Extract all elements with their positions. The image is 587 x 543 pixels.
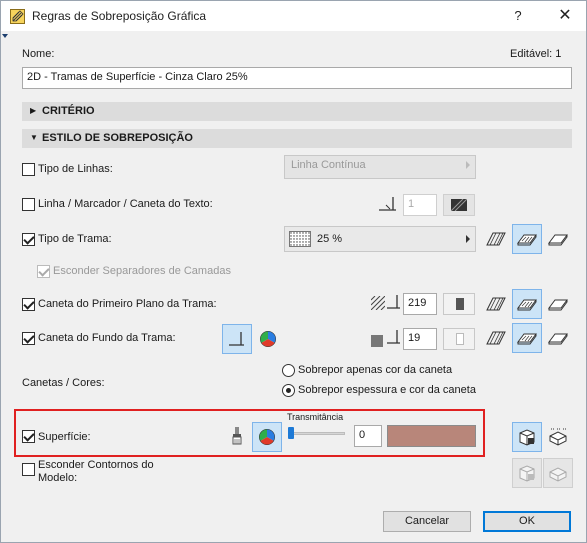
tipo-linhas-value: Linha Contínua <box>291 159 366 171</box>
hatch-cover-icon <box>548 299 568 311</box>
section-criterio-label: CRITÉRIO <box>42 105 95 117</box>
radio-weight-and-color[interactable] <box>282 384 295 397</box>
hatch-cut-icon <box>517 234 537 246</box>
help-button[interactable]: ? <box>506 6 530 26</box>
contour-cube-button[interactable] <box>512 458 542 488</box>
transmitancia-label: Transmitância <box>287 412 344 422</box>
bg-cover-button[interactable] <box>543 323 573 353</box>
superficie-label: Superfície: <box>38 431 91 443</box>
pen-icon <box>229 332 244 346</box>
contour-cut-button[interactable] <box>543 458 573 488</box>
caneta-primeiro-label: Caneta do Primeiro Plano da Trama: <box>38 298 217 310</box>
linha-marcador-checkbox[interactable] <box>22 198 35 211</box>
pattern-swatch-icon <box>451 199 467 211</box>
pen-icon <box>387 330 400 344</box>
hatch-draft-icon <box>486 232 506 246</box>
ok-button[interactable]: OK <box>483 511 571 532</box>
brush-icon <box>232 427 242 445</box>
fill-pattern-icon <box>289 231 311 247</box>
hatch-draft-icon <box>486 331 506 345</box>
canetas-cores-label: Canetas / Cores: <box>22 377 105 389</box>
transmitancia-slider-thumb[interactable] <box>288 427 294 439</box>
transmitancia-input[interactable]: 0 <box>354 425 382 447</box>
hatch-cut-button[interactable] <box>512 224 542 254</box>
section-estilo-label: ESTILO DE SOBREPOSIÇÃO <box>42 132 193 144</box>
tipo-linhas-checkbox[interactable] <box>22 163 35 176</box>
section-estilo[interactable]: ▼ ESTILO DE SOBREPOSIÇÃO <box>22 129 572 148</box>
radio-only-color-label: Sobrepor apenas cor da caneta <box>298 364 453 376</box>
close-button[interactable]: ✕ <box>553 6 577 26</box>
app-icon <box>10 9 25 24</box>
dialog-window: Regras de Sobreposição Gráfica ? ✕ Nome:… <box>0 0 587 543</box>
section-criterio[interactable]: ▶ CRITÉRIO <box>22 102 572 121</box>
tipo-trama-dropdown[interactable]: 25 % <box>284 226 476 252</box>
pen-color-swatch-icon <box>456 333 464 345</box>
caret-right-icon <box>466 161 470 169</box>
bg-draft-button[interactable] <box>481 323 511 353</box>
superficie-checkbox[interactable] <box>22 430 35 443</box>
fg-cover-button[interactable] <box>543 289 573 319</box>
tipo-trama-checkbox[interactable] <box>22 233 35 246</box>
pen-icon <box>387 295 400 309</box>
hatch-cut-icon <box>517 299 537 311</box>
linha-pen-input[interactable]: 1 <box>403 194 437 216</box>
surface-color-swatch[interactable] <box>387 425 476 447</box>
hatch-cover-icon <box>548 333 568 345</box>
window-title: Regras de Sobreposição Gráfica <box>32 9 207 23</box>
esconder-contornos-label-1: Esconder Contornos do <box>38 459 154 471</box>
cancel-button[interactable]: Cancelar <box>383 511 471 532</box>
surface-cut-icon <box>549 428 567 446</box>
esconder-contornos-checkbox[interactable] <box>22 463 35 476</box>
hatch-draft-button[interactable] <box>481 224 511 254</box>
surface-cut-button[interactable] <box>543 422 573 452</box>
tipo-linhas-label: Tipo de Linhas: <box>38 163 113 175</box>
pen-color-swatch-icon <box>456 298 464 310</box>
chevron-right-icon: ▶ <box>30 106 37 115</box>
caret-right-icon <box>466 235 470 243</box>
tipo-trama-value: 25 % <box>317 233 343 245</box>
title-bar: Regras de Sobreposição Gráfica ? ✕ <box>1 1 586 31</box>
caneta-fundo-label: Caneta do Fundo da Trama: <box>38 332 176 344</box>
tipo-linhas-dropdown[interactable]: Linha Contínua <box>284 155 476 179</box>
surface-override-button[interactable] <box>512 422 542 452</box>
esconder-separadores-label: Esconder Separadores de Camadas <box>53 265 231 277</box>
surface-cube-icon <box>519 429 535 446</box>
bg-cut-button[interactable] <box>512 323 542 353</box>
hatch-draft-icon <box>486 297 506 311</box>
linha-marcador-label: Linha / Marcador / Caneta do Texto: <box>38 198 213 210</box>
color-mode-button[interactable] <box>253 324 283 354</box>
pen-icon <box>379 197 396 211</box>
radio-weight-and-color-label: Sobrepor espessura e cor da caneta <box>298 384 476 396</box>
name-label: Nome: <box>22 48 55 60</box>
pen-mode-button[interactable] <box>222 324 252 354</box>
foreground-hatch-icon <box>371 296 385 310</box>
esconder-separadores-checkbox[interactable] <box>37 265 50 278</box>
hatch-cut-icon <box>517 333 537 345</box>
caneta-fundo-input[interactable]: 19 <box>403 328 437 350</box>
color-wheel-icon <box>260 331 276 347</box>
tipo-trama-label: Tipo de Trama: <box>38 233 112 245</box>
editable-count: Editável: 1 <box>510 48 562 60</box>
caneta-primeiro-color-button[interactable] <box>443 293 475 315</box>
color-wheel-icon <box>259 429 275 445</box>
caneta-fundo-checkbox[interactable] <box>22 332 35 345</box>
contour-cube-icon <box>519 465 535 482</box>
surface-color-mode-button[interactable] <box>252 422 282 452</box>
caneta-primeiro-checkbox[interactable] <box>22 298 35 311</box>
radio-only-color[interactable] <box>282 364 295 377</box>
chevron-down-icon: ▼ <box>30 133 38 142</box>
name-input[interactable]: 2D - Tramas de Superfície - Cinza Claro … <box>22 67 572 89</box>
esconder-contornos-label-2: Modelo: <box>38 472 78 484</box>
hatch-cover-button[interactable] <box>543 224 573 254</box>
corner-marker-icon <box>2 34 8 38</box>
hatch-cover-icon <box>548 234 568 246</box>
caneta-fundo-color-button[interactable] <box>443 328 475 350</box>
fg-cut-button[interactable] <box>512 289 542 319</box>
linha-pen-color-button[interactable] <box>443 194 475 216</box>
transmitancia-slider-track[interactable] <box>289 432 345 435</box>
contour-cut-icon <box>549 467 567 482</box>
fg-draft-button[interactable] <box>481 289 511 319</box>
caneta-primeiro-input[interactable]: 219 <box>403 293 437 315</box>
background-fill-icon <box>371 335 383 347</box>
